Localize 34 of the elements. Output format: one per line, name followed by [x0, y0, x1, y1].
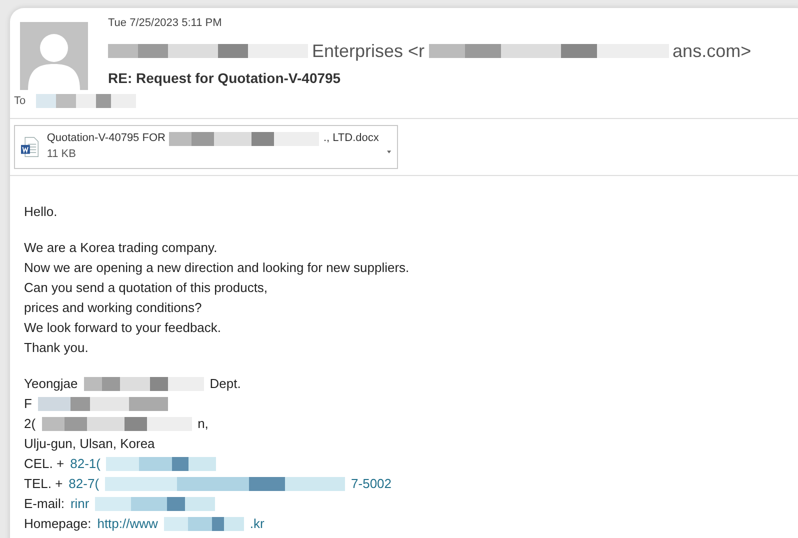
signature-text: F	[24, 395, 32, 413]
avatar-icon	[20, 22, 88, 90]
body-text: prices and working conditions?	[24, 299, 203, 317]
body-text: We are a Korea trading company.	[24, 239, 218, 257]
signature-text: Homepage:	[24, 515, 92, 533]
link[interactable]: 82-1(	[70, 454, 100, 474]
link[interactable]: 7-5002	[351, 474, 392, 494]
body-text: Thank you.	[24, 339, 90, 357]
link[interactable]: 82-7(	[68, 474, 100, 494]
attachment-name: ., LTD.docx	[323, 131, 379, 146]
link[interactable]: http://www	[97, 514, 158, 534]
signature-text: Dept.	[210, 375, 241, 393]
signature-text: Ulju-gun, Ulsan, Korea	[24, 435, 155, 453]
body-text: Now we are opening a new direction and looking for new suppliers.	[24, 259, 410, 277]
attachment-name: Quotation-V-40795 FOR	[46, 131, 166, 146]
signature-text: Yeongjae	[24, 375, 78, 393]
to-label: To	[14, 94, 26, 109]
attachment-size: 11 KB	[46, 147, 77, 162]
signature-text: TEL. +	[24, 475, 63, 493]
dropdown-caret-icon[interactable]	[386, 150, 391, 154]
signature-text: E-mail:	[24, 495, 64, 513]
link[interactable]: rinr	[70, 494, 90, 514]
signature-text: CEL. +	[24, 455, 64, 473]
body-text: Hello.	[24, 203, 58, 221]
signature-text: 2(	[24, 415, 36, 433]
attachment-chip[interactable]: Quotation-V-40795 FOR ., LTD.docx 11 KB	[14, 125, 398, 169]
email-subject: RE: Request for Quotation-V-40795	[108, 69, 342, 88]
body-text: Can you send a quotation of this products,	[24, 279, 269, 297]
body-text: We look forward to your feedback.	[24, 319, 222, 337]
sent-date: Tue 7/25/2023 5:11 PM	[108, 16, 223, 30]
sender-name: ans.com>	[672, 40, 752, 62]
signature-text: n,	[198, 415, 208, 433]
link[interactable]: .kr	[250, 514, 264, 534]
sender-name: Enterprises <r	[312, 40, 425, 63]
